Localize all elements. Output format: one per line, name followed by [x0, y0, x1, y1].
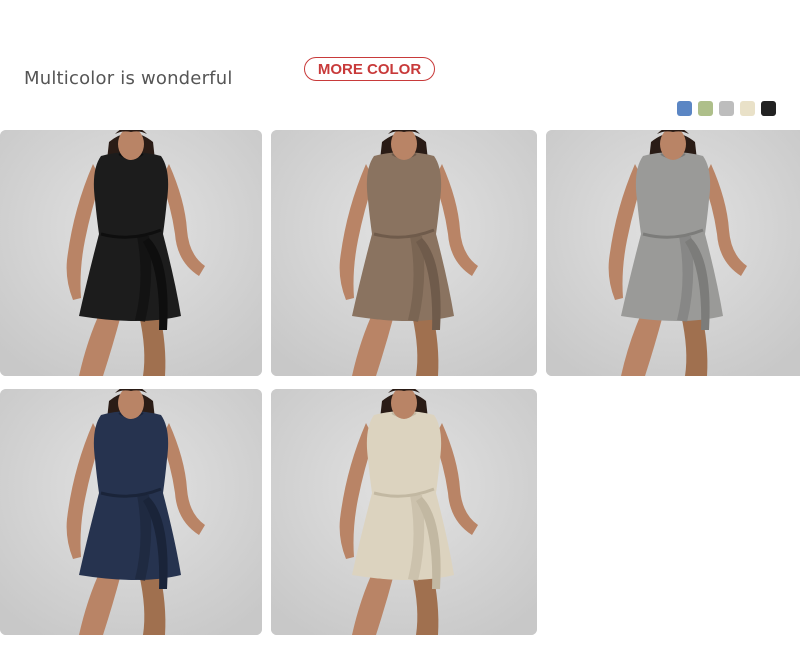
model-figure — [0, 389, 262, 635]
swatch-grey[interactable] — [719, 101, 734, 116]
color-swatches — [677, 101, 776, 116]
product-image-khaki[interactable] — [271, 130, 537, 376]
headline: Multicolor is wonderful — [24, 68, 233, 89]
model-figure — [0, 130, 262, 376]
product-image-cream[interactable] — [271, 389, 537, 635]
product-image-black[interactable] — [0, 130, 262, 376]
swatch-sage[interactable] — [698, 101, 713, 116]
product-image-grey[interactable] — [546, 130, 800, 376]
model-figure — [546, 130, 800, 376]
swatch-blue[interactable] — [677, 101, 692, 116]
more-color-button[interactable]: MORE COLOR — [304, 57, 435, 81]
swatch-black[interactable] — [761, 101, 776, 116]
model-figure — [271, 389, 537, 635]
model-figure — [271, 130, 537, 376]
product-image-navy[interactable] — [0, 389, 262, 635]
swatch-cream[interactable] — [740, 101, 755, 116]
